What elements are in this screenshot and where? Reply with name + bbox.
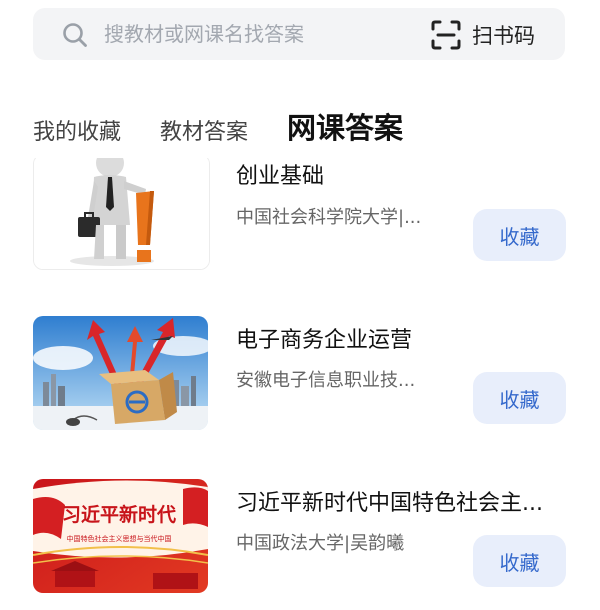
scan-icon [431, 20, 461, 50]
tab-my-favorites[interactable]: 我的收藏 [33, 114, 121, 146]
search-icon [63, 23, 87, 47]
course-subtitle: 中国社会科学院大学|... [236, 207, 422, 228]
course-list: 创业基础 中国社会科学院大学|... 收藏 电子商务企业运营 安徽电子信息职业技… [0, 158, 600, 610]
thumbnail-subtitle: 中国特色社会主义思想与当代中国 [67, 534, 172, 543]
red-banner-image: 习近平新时代 中国特色社会主义思想与当代中国 [33, 479, 208, 593]
tab-online-course-answers[interactable]: 网课答案 [287, 105, 403, 147]
tab-textbook-answers[interactable]: 教材答案 [160, 114, 248, 146]
course-title: 创业基础 [236, 164, 325, 189]
course-subtitle: 中国政法大学|吴韵曦 [236, 533, 405, 554]
search-input[interactable] [104, 20, 404, 48]
thumbnail-title: 习近平新时代 [62, 503, 176, 526]
scan-label: 扫书码 [472, 24, 535, 48]
course-title: 习近平新时代中国特色社会主... [236, 491, 543, 516]
favorite-button[interactable]: 收藏 [473, 209, 566, 261]
course-subtitle: 安徽电子信息职业技... [236, 370, 416, 391]
list-item[interactable]: 电子商务企业运营 安徽电子信息职业技... 收藏 [0, 316, 600, 436]
course-thumbnail [33, 316, 208, 430]
list-item[interactable]: 创业基础 中国社会科学院大学|... 收藏 [0, 158, 600, 278]
course-title: 电子商务企业运营 [236, 328, 413, 353]
favorite-button[interactable]: 收藏 [473, 372, 566, 424]
favorite-button[interactable]: 收藏 [473, 535, 566, 587]
scan-book-code-button[interactable]: 扫书码 [430, 18, 535, 52]
course-thumbnail: 习近平新时代 中国特色社会主义思想与当代中国 [33, 479, 208, 593]
page: 扫书码 我的收藏 教材答案 网课答案 [0, 0, 600, 610]
list-item[interactable]: 习近平新时代 中国特色社会主义思想与当代中国 习近平新时代中国特色社会主... … [0, 479, 600, 599]
businessman-exclamation-image [34, 158, 209, 269]
ecommerce-box-image [33, 316, 208, 430]
course-thumbnail [33, 158, 210, 270]
